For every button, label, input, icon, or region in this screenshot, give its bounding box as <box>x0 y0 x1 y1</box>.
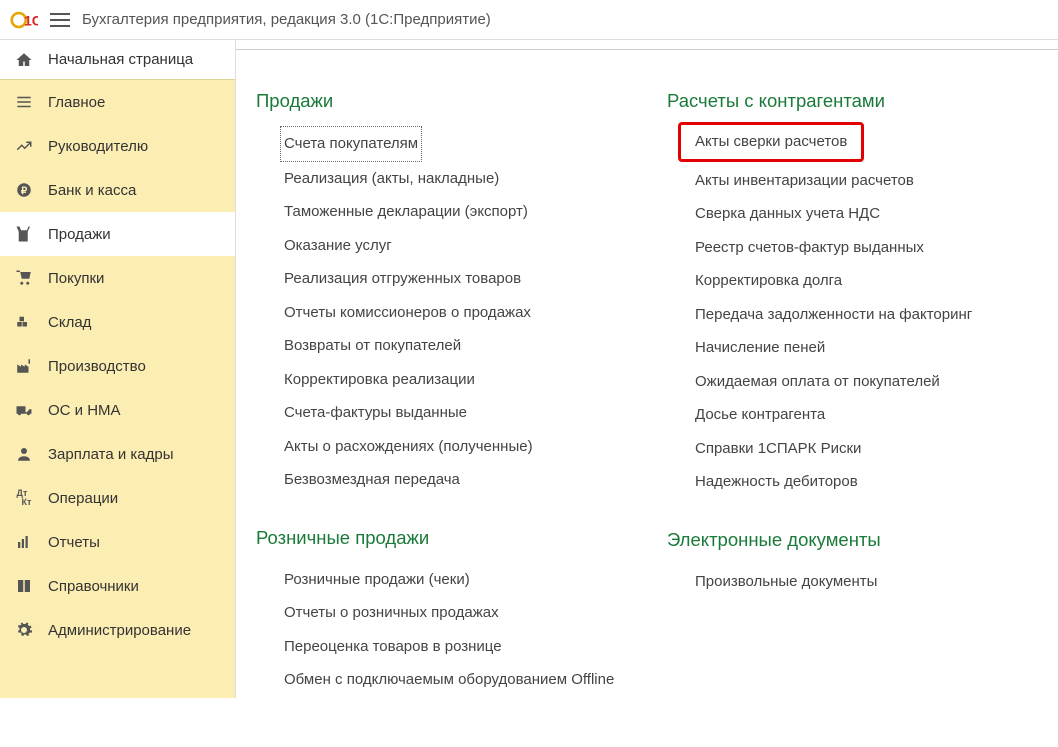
link-item[interactable]: Таможенные декларации (экспорт) <box>284 195 627 229</box>
sidebar-item-label: Склад <box>48 314 91 331</box>
content-column-1: Расчеты с контрагентами Акты сверки расче… <box>667 90 1038 727</box>
sidebar-item-home[interactable]: Начальная страница <box>0 40 235 80</box>
link-item[interactable]: Реализация отгруженных товаров <box>284 262 627 296</box>
sidebar-item-label: Справочники <box>48 578 139 595</box>
link-item[interactable]: Возвраты от покупателей <box>284 329 627 363</box>
house-icon <box>14 50 34 70</box>
report-icon <box>14 532 34 552</box>
sidebar-item-label: Операции <box>48 490 118 507</box>
link-item[interactable]: Передача задолженности на факторинг <box>695 298 1038 332</box>
link-item[interactable]: Сверка данных учета НДС <box>695 197 1038 231</box>
gear-icon <box>14 620 34 640</box>
section-block: Электронные документы Произвольные докуме… <box>667 529 1038 599</box>
content-column-0: Продажи Счета покупателямРеализация (акты… <box>256 90 627 727</box>
sidebar-item-7[interactable]: ОС и НМА <box>0 388 235 432</box>
link-list: Розничные продажи (чеки)Отчеты о розничн… <box>256 563 627 697</box>
app-title: Бухгалтерия предприятия, редакция 3.0 (1… <box>82 11 491 28</box>
link-item[interactable]: Оказание услуг <box>284 229 627 263</box>
sidebar-item-12[interactable]: Администрирование <box>0 608 235 652</box>
sidebar-item-3[interactable]: Продажи <box>0 212 235 256</box>
sidebar-item-label: Руководителю <box>48 138 148 155</box>
section-title[interactable]: Продажи <box>256 90 627 112</box>
link-item[interactable]: Переоценка товаров в рознице <box>284 630 627 664</box>
link-list: Произвольные документы <box>667 565 1038 599</box>
cart-icon <box>14 268 34 288</box>
sidebar-item-label: Продажи <box>48 226 111 243</box>
section-block: Розничные продажи Розничные продажи (чеки… <box>256 527 627 697</box>
link-item[interactable]: Досье контрагента <box>695 398 1038 432</box>
svg-text:₽: ₽ <box>21 186 28 197</box>
trend-icon <box>14 136 34 156</box>
link-item[interactable]: Отчеты о розничных продажах <box>284 596 627 630</box>
sidebar: Начальная страница Главное Руководителю ₽ Б… <box>0 40 236 698</box>
link-item[interactable]: Безвозмездная передача <box>284 463 627 497</box>
sidebar-item-6[interactable]: Производство <box>0 344 235 388</box>
content-area: Продажи Счета покупателямРеализация (акты… <box>236 40 1058 698</box>
link-item[interactable]: Акты инвентаризации расчетов <box>695 164 1038 198</box>
sidebar-item-10[interactable]: Отчеты <box>0 520 235 564</box>
link-item[interactable]: Розничные продажи (чеки) <box>284 563 627 597</box>
svg-text:1С: 1С <box>24 12 38 28</box>
link-item[interactable]: Счета покупателям <box>280 126 422 162</box>
link-list: Счета покупателямРеализация (акты, накла… <box>256 126 627 497</box>
tabs-strip <box>236 40 1058 50</box>
link-item[interactable]: Произвольные документы <box>695 565 1038 599</box>
link-item[interactable]: Реализация (акты, накладные) <box>284 162 627 196</box>
sidebar-item-2[interactable]: ₽ Банк и касса <box>0 168 235 212</box>
sidebar-item-0[interactable]: Главное <box>0 80 235 124</box>
sidebar-item-label: Главное <box>48 94 105 111</box>
link-item[interactable]: Надежность дебиторов <box>695 465 1038 499</box>
section-block: Расчеты с контрагентами Акты сверки расче… <box>667 90 1038 499</box>
section-block: Продажи Счета покупателямРеализация (акты… <box>256 90 627 497</box>
person-icon <box>14 444 34 464</box>
sidebar-item-11[interactable]: Справочники <box>0 564 235 608</box>
warehouse-icon <box>14 312 34 332</box>
logo-1c: 1С <box>10 6 38 34</box>
link-list: Акты сверки расчетовАкты инвентаризации … <box>667 126 1038 499</box>
book-icon <box>14 576 34 596</box>
link-item[interactable]: Корректировка долга <box>695 264 1038 298</box>
sidebar-item-9[interactable]: Дт Кт Операции <box>0 476 235 520</box>
link-item[interactable]: Начисление пеней <box>695 331 1038 365</box>
factory-icon <box>14 356 34 376</box>
sidebar-item-label: Начальная страница <box>48 51 193 68</box>
sidebar-item-label: Производство <box>48 358 146 375</box>
sidebar-item-5[interactable]: Склад <box>0 300 235 344</box>
sidebar-item-1[interactable]: Руководителю <box>0 124 235 168</box>
link-item[interactable]: Акты о расхождениях (полученные) <box>284 430 627 464</box>
hamburger-icon[interactable] <box>50 13 70 27</box>
menu-icon <box>14 92 34 112</box>
truck-icon <box>14 400 34 420</box>
link-item[interactable]: Обмен с подключаемым оборудованием Offli… <box>284 663 627 697</box>
sidebar-item-label: Отчеты <box>48 534 100 551</box>
sidebar-item-4[interactable]: Покупки <box>0 256 235 300</box>
sidebar-item-label: Зарплата и кадры <box>48 446 174 463</box>
sidebar-item-label: ОС и НМА <box>48 402 121 419</box>
sidebar-item-label: Покупки <box>48 270 104 287</box>
link-item[interactable]: Ожидаемая оплата от покупателей <box>695 365 1038 399</box>
link-item[interactable]: Справки 1СПАРК Риски <box>695 432 1038 466</box>
link-item[interactable]: Реестр счетов-фактур выданных <box>695 231 1038 265</box>
link-item[interactable]: Акты сверки расчетов <box>678 122 864 162</box>
sidebar-item-8[interactable]: Зарплата и кадры <box>0 432 235 476</box>
link-item[interactable]: Отчеты комиссионеров о продажах <box>284 296 627 330</box>
ruble-icon: ₽ <box>14 180 34 200</box>
section-title[interactable]: Розничные продажи <box>256 527 627 549</box>
link-item[interactable]: Корректировка реализации <box>284 363 627 397</box>
sidebar-item-label: Банк и касса <box>48 182 136 199</box>
link-item[interactable]: Счета-фактуры выданные <box>284 396 627 430</box>
shop-icon <box>14 224 34 244</box>
sidebar-item-label: Администрирование <box>48 622 191 639</box>
section-title[interactable]: Электронные документы <box>667 529 1038 551</box>
titlebar: 1С Бухгалтерия предприятия, редакция 3.0… <box>0 0 1058 40</box>
dtkt-icon: Дт Кт <box>14 488 34 508</box>
section-title[interactable]: Расчеты с контрагентами <box>667 90 1038 112</box>
